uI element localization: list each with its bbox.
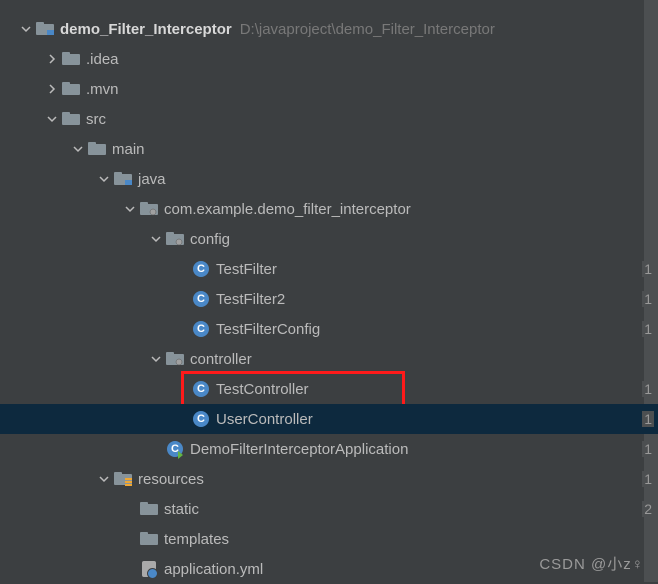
chevron-down-icon[interactable] [96, 471, 112, 487]
chevron-down-icon[interactable] [18, 21, 34, 37]
class-icon: C [192, 320, 210, 338]
chevron-right-icon[interactable] [44, 81, 60, 97]
folder-icon [88, 140, 106, 158]
root-label: demo_Filter_Interceptor [60, 21, 232, 38]
chevron-down-icon[interactable] [148, 351, 164, 367]
tree-row[interactable]: templates [0, 524, 658, 554]
tree-label: resources [138, 471, 204, 488]
tree-label: static [164, 501, 199, 518]
folder-icon [140, 530, 158, 548]
gutter-marker: 1 [642, 441, 654, 457]
tree-row-testcontroller[interactable]: C TestController 1 [0, 374, 658, 404]
folder-icon [62, 80, 80, 98]
chevron-down-icon[interactable] [44, 111, 60, 127]
tree-row[interactable]: .mvn [0, 74, 658, 104]
tree-row[interactable]: C DemoFilterInterceptorApplication 1 [0, 434, 658, 464]
tree-row[interactable]: src [0, 104, 658, 134]
tree-row[interactable]: config [0, 224, 658, 254]
tree-label: TestController [216, 381, 309, 398]
folder-icon [62, 110, 80, 128]
tree-label: TestFilter2 [216, 291, 285, 308]
tree-row[interactable]: java [0, 164, 658, 194]
tree-row[interactable]: C TestFilter2 1 [0, 284, 658, 314]
tree-row[interactable]: controller [0, 344, 658, 374]
class-icon: C [192, 260, 210, 278]
tree-row[interactable]: C TestFilterConfig 1 [0, 314, 658, 344]
package-icon [140, 200, 158, 218]
chevron-down-icon[interactable] [148, 231, 164, 247]
folder-icon [140, 500, 158, 518]
gutter-marker: 1 [642, 291, 654, 307]
tree-label: main [112, 141, 145, 158]
root-path: D:\javaproject\demo_Filter_Interceptor [240, 21, 495, 38]
chevron-down-icon[interactable] [96, 171, 112, 187]
folder-icon [62, 50, 80, 68]
resources-folder-icon [114, 470, 132, 488]
class-icon: C [192, 290, 210, 308]
gutter-marker: 1 [642, 321, 654, 337]
yml-file-icon [140, 560, 158, 578]
tree-row-root[interactable]: demo_Filter_Interceptor D:\javaproject\d… [0, 14, 658, 44]
chevron-right-icon[interactable] [44, 51, 60, 67]
folder-icon [36, 20, 54, 38]
runnable-class-icon: C [166, 440, 184, 458]
source-folder-icon [114, 170, 132, 188]
tree-label: controller [190, 351, 252, 368]
tree-row[interactable]: static 2 [0, 494, 658, 524]
tree-label: com.example.demo_filter_interceptor [164, 201, 411, 218]
gutter-marker: 1 [642, 471, 654, 487]
project-tree[interactable]: demo_Filter_Interceptor D:\javaproject\d… [0, 0, 658, 584]
tree-label: .mvn [86, 81, 119, 98]
chevron-down-icon[interactable] [122, 201, 138, 217]
tree-label: src [86, 111, 106, 128]
gutter-marker: 2 [642, 501, 654, 517]
tree-label: .idea [86, 51, 119, 68]
tree-label: DemoFilterInterceptorApplication [190, 441, 408, 458]
package-icon [166, 350, 184, 368]
gutter-marker: 1 [642, 261, 654, 277]
tree-label: templates [164, 531, 229, 548]
gutter-marker: 1 [642, 411, 654, 427]
watermark: CSDN @小z♀ [539, 553, 644, 574]
gutter-marker: 1 [642, 381, 654, 397]
chevron-down-icon[interactable] [70, 141, 86, 157]
tree-row-usercontroller[interactable]: C UserController 1 [0, 404, 658, 434]
tree-label: UserController [216, 411, 313, 428]
tree-row[interactable]: main [0, 134, 658, 164]
tree-label: application.yml [164, 561, 263, 578]
tree-label: TestFilter [216, 261, 277, 278]
tree-label: java [138, 171, 166, 188]
package-icon [166, 230, 184, 248]
tree-row[interactable]: resources 1 [0, 464, 658, 494]
tree-label: config [190, 231, 230, 248]
tree-row[interactable]: .idea [0, 44, 658, 74]
class-icon: C [192, 410, 210, 428]
tree-row[interactable]: com.example.demo_filter_interceptor [0, 194, 658, 224]
class-icon: C [192, 380, 210, 398]
tree-row[interactable]: C TestFilter 1 [0, 254, 658, 284]
tree-label: TestFilterConfig [216, 321, 320, 338]
